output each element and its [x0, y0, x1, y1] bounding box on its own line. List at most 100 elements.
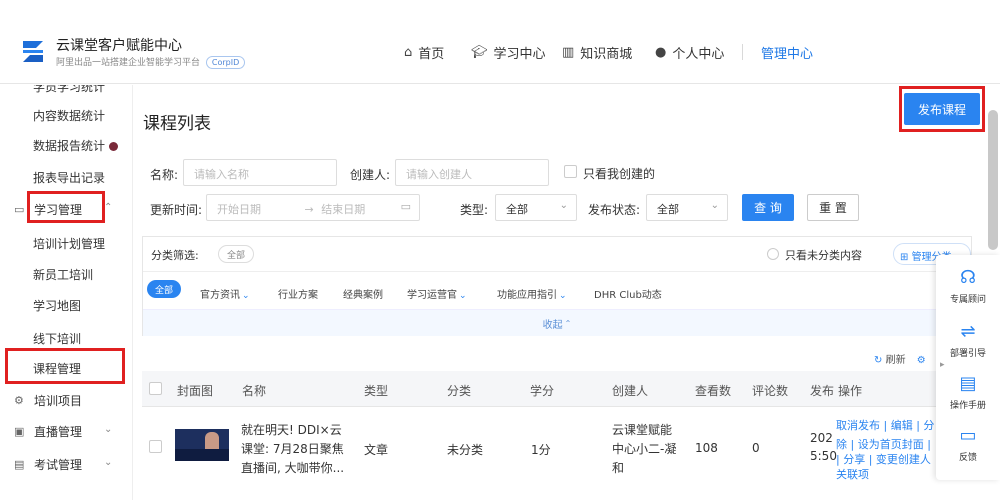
- corp-id-tag[interactable]: CorpID: [205, 56, 246, 69]
- cover-banner: [175, 449, 229, 461]
- sidebar-item-learning-map[interactable]: 学习地图: [33, 297, 81, 314]
- row-actions-line3[interactable]: | 分享 | 变更创建人: [836, 451, 931, 467]
- row-checkbox[interactable]: [149, 440, 162, 453]
- floating-help-panel: ☊ 专属顾问 ⇌ 部署引导 ▤ 操作手册 ▭ 反馈: [936, 255, 1000, 480]
- reset-button[interactable]: 重 置: [807, 194, 859, 221]
- course-cover-thumbnail[interactable]: [175, 429, 229, 461]
- advisor-label: 专属顾问: [949, 295, 986, 305]
- course-name-line2[interactable]: 课堂: 7月28日聚焦: [241, 440, 344, 457]
- query-button[interactable]: 查 询: [742, 194, 794, 221]
- publish-status-value: 全部: [657, 203, 679, 216]
- deploy-guide-label: 部署引导: [949, 349, 986, 359]
- refresh-button[interactable]: ↻ 刷新 ⚙: [874, 351, 926, 366]
- tab-feature-guide-label: 功能应用指引: [497, 290, 557, 301]
- brand-title[interactable]: 云课堂客户赋能中心: [56, 35, 182, 55]
- tab-feature-guide[interactable]: 功能应用指引 ⌄: [497, 286, 567, 301]
- tab-dhr-club[interactable]: DHR Club动态: [594, 286, 662, 301]
- course-category: 未分类: [447, 443, 484, 457]
- sidebar-item-offline-training[interactable]: 线下培训: [33, 330, 81, 347]
- category-filter-row: 分类筛选: 全部 只看未分类内容 ⊞ 管理分类: [143, 237, 971, 272]
- nav-home[interactable]: ⌂ 首页: [404, 42, 444, 62]
- sidebar-group-exam[interactable]: ▤ 考试管理: [14, 456, 82, 473]
- course-name-line3[interactable]: 直播间, 大咖带你...: [241, 459, 344, 476]
- creator-input[interactable]: 请输入创建人: [395, 159, 549, 186]
- publish-status-label: 发布状态:: [588, 203, 641, 217]
- type-select[interactable]: 全部 ⌄: [495, 194, 577, 221]
- nav-learning-center[interactable]: 🎓︎ 学习中心: [471, 42, 546, 62]
- tab-official-news[interactable]: 官方资讯 ⌄: [200, 286, 250, 301]
- end-date-placeholder: 结束日期: [321, 203, 366, 216]
- books-icon: ▥: [562, 44, 575, 60]
- chevron-up-icon[interactable]: ⌃: [104, 202, 112, 213]
- row-actions-line4[interactable]: 关联项: [836, 466, 869, 482]
- highlight-learning-manage: [27, 191, 105, 223]
- nav-personal-center[interactable]: ● 个人中心: [655, 42, 724, 62]
- uncategorized-label[interactable]: 只看未分类内容: [785, 247, 862, 263]
- collapse-label: 收起: [542, 319, 563, 331]
- nav-divider: [742, 44, 743, 60]
- start-date-placeholder: 开始日期: [217, 203, 261, 216]
- nav-admin-center[interactable]: 管理中心: [761, 42, 813, 62]
- chevron-up-icon: ⌃: [564, 318, 572, 328]
- calendar-icon: ▭: [400, 200, 411, 213]
- collapse-categories[interactable]: 收起 ⌃: [143, 309, 971, 336]
- chevron-down-icon[interactable]: ⌄: [104, 457, 112, 468]
- chevron-down-icon[interactable]: ⌄: [104, 424, 112, 435]
- tab-official-news-label: 官方资讯: [200, 290, 240, 301]
- mine-only-label[interactable]: 只看我创建的: [583, 165, 655, 182]
- new-badge: [109, 142, 119, 151]
- deploy-guide-button[interactable]: ⇌ 部署引导: [936, 321, 1000, 359]
- advisor-button[interactable]: ☊ 专属顾问: [936, 267, 1000, 305]
- sidebar-item-training-plan[interactable]: 培训计划管理: [33, 235, 105, 252]
- sidebar-item-export-records[interactable]: 报表导出记录: [33, 169, 105, 186]
- tab-classic-cases[interactable]: 经典案例: [343, 286, 383, 301]
- tab-industry-solutions[interactable]: 行业方案: [278, 286, 318, 301]
- course-name-line1[interactable]: 就在明天! DDI×云: [241, 421, 342, 438]
- settings-icon[interactable]: ⚙: [917, 355, 926, 366]
- sidebar-group-live[interactable]: ▣ 直播管理: [14, 423, 82, 440]
- select-all-checkbox[interactable]: [149, 382, 162, 395]
- sidebar-item-learner-stats[interactable]: 学员学习统计: [33, 85, 105, 95]
- course-creator-line1: 云课堂赋能: [612, 423, 673, 437]
- headset-icon: ☊: [960, 267, 976, 288]
- caret-right-icon[interactable]: ▸: [940, 360, 945, 370]
- nav-learning-label: 学习中心: [493, 46, 546, 62]
- chevron-down-icon: ⌄: [559, 291, 567, 301]
- date-range-arrow: →: [304, 203, 314, 216]
- page-title: 课程列表: [143, 114, 211, 134]
- col-actions: 操作: [838, 384, 863, 398]
- chevron-down-icon: ⌄: [242, 291, 250, 301]
- nav-admin-label: 管理中心: [761, 46, 814, 62]
- name-label: 名称:: [150, 168, 179, 182]
- sidebar-item-new-employee[interactable]: 新员工培训: [33, 266, 93, 283]
- tab-learning-ops[interactable]: 学习运营官 ⌄: [407, 286, 467, 301]
- grid-icon: ⊞: [900, 252, 909, 263]
- col-credits: 学分: [530, 384, 555, 398]
- sidebar-group-training[interactable]: ⚙ 培训项目: [14, 392, 82, 409]
- category-panel: 分类筛选: 全部 只看未分类内容 ⊞ 管理分类 全部 官方资讯 ⌄ 行业方案 经典…: [142, 236, 972, 336]
- manual-button[interactable]: ▤ 操作手册: [936, 373, 1000, 411]
- name-input[interactable]: 请输入名称: [183, 159, 337, 186]
- graduation-cap-icon: 🎓︎: [471, 44, 488, 60]
- category-all-tag[interactable]: 全部: [218, 245, 254, 263]
- page-scrollbar[interactable]: [988, 110, 998, 250]
- uncategorized-radio[interactable]: [767, 248, 779, 260]
- col-comments: 评论数: [752, 384, 789, 398]
- sidebar-group-exam-label: 考试管理: [34, 458, 83, 472]
- sidebar-group-training-label: 培训项目: [34, 394, 83, 408]
- sidebar-item-report-stats[interactable]: 数据报告统计: [33, 137, 119, 154]
- date-range-picker[interactable]: 开始日期 → 结束日期 ▭: [206, 194, 420, 221]
- user-icon: ●: [655, 44, 667, 60]
- row-actions-line2[interactable]: 除 | 设为首页封面 |: [836, 436, 931, 452]
- publish-status-select[interactable]: 全部 ⌄: [646, 194, 728, 221]
- feedback-button[interactable]: ▭ 反馈: [936, 425, 1000, 463]
- brand-logo-icon[interactable]: [18, 36, 48, 66]
- manual-label: 操作手册: [949, 401, 986, 411]
- tab-all[interactable]: 全部: [147, 280, 181, 298]
- sidebar-item-content-stats[interactable]: 内容数据统计: [33, 107, 105, 124]
- row-actions-line1[interactable]: 取消发布 | 编辑 | 分: [836, 417, 934, 433]
- nav-knowledge-mall[interactable]: ▥ 知识商城: [562, 42, 632, 62]
- mine-only-checkbox[interactable]: [564, 165, 577, 178]
- course-publish-line1: 202: [810, 431, 833, 445]
- publish-course-button[interactable]: 发布课程: [904, 93, 980, 125]
